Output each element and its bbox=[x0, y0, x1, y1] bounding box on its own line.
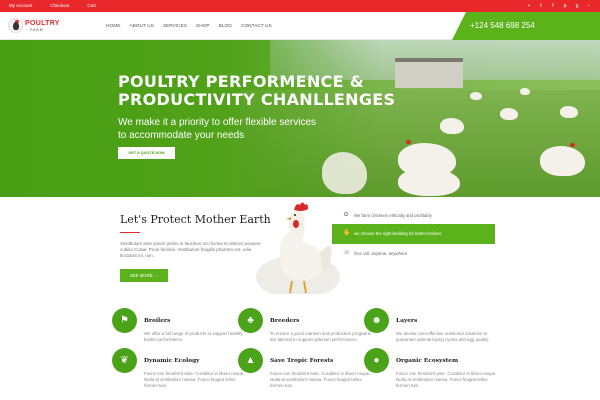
tree-icon: ♣ bbox=[238, 308, 263, 333]
rooster-image bbox=[256, 202, 340, 294]
checkout-link[interactable]: Checkout bbox=[50, 2, 69, 10]
service-text: Fusce non hendrerit ante. Curabitur in l… bbox=[270, 371, 371, 389]
hen-image bbox=[440, 118, 464, 134]
about-text: Vestibulum ante ipsum primis in faucibus… bbox=[120, 241, 261, 259]
hand-icon: ✋ bbox=[343, 230, 351, 236]
nav-blog[interactable]: BLOG bbox=[219, 24, 232, 29]
see-more-button[interactable]: SEE MORE → bbox=[120, 269, 168, 282]
twitter-icon[interactable]: t bbox=[538, 2, 544, 10]
service-text: We offer a full range of products to sup… bbox=[144, 331, 243, 343]
title-underline bbox=[120, 232, 140, 233]
service-title: Save Tropic Forests bbox=[270, 358, 334, 364]
hero-subtitle: We make it a priority to offer flexible … bbox=[118, 117, 317, 141]
top-bar: My Account Checkout Cart ▪ t f p g ▫ bbox=[0, 0, 600, 12]
cart-link[interactable]: Cart bbox=[87, 2, 96, 10]
service-text: Fusce non hendrerit ante. Curabitur in l… bbox=[144, 371, 245, 389]
google-plus-icon[interactable]: g bbox=[574, 2, 580, 10]
feature-item[interactable]: ☏ Our call, anytime, anywhere bbox=[332, 244, 495, 264]
feature-item-active[interactable]: ✋ we choose the right bedding for better… bbox=[332, 224, 495, 244]
service-title: Breeders bbox=[270, 318, 300, 324]
leaf-icon: ✿ bbox=[343, 212, 349, 218]
flag-icon: ⚑ bbox=[112, 308, 137, 333]
drop-icon: ● bbox=[364, 348, 389, 373]
main-menu: HOME ABOUT US SERVICES SHOP BLOG CONTACT… bbox=[106, 24, 272, 29]
feature-label: we choose the right bedding for better b… bbox=[354, 231, 442, 236]
facebook-icon[interactable]: f bbox=[550, 2, 556, 10]
people-icon: ☻ bbox=[364, 308, 389, 333]
plant-icon: ❦ bbox=[112, 348, 137, 373]
hen-image bbox=[470, 92, 482, 100]
hen-image bbox=[560, 106, 578, 118]
services-section: ⚑ Broilers We offer a full range of prod… bbox=[0, 300, 600, 400]
hen-image bbox=[500, 108, 518, 120]
nav-about[interactable]: ABOUT US bbox=[129, 24, 153, 29]
about-title: Let's Protect Mother Earth bbox=[120, 213, 271, 226]
pinterest-icon[interactable]: p bbox=[562, 2, 568, 10]
service-title: Dynamic Ecology bbox=[144, 358, 200, 364]
feature-label: We farm chickens ethically and profitabl… bbox=[354, 213, 432, 218]
logo-sub: FARM bbox=[30, 28, 44, 32]
service-text: Fusce non hendrerit ante. Curabitur in l… bbox=[396, 371, 497, 389]
feature-item[interactable]: ✿ We farm chickens ethically and profita… bbox=[332, 206, 495, 226]
hen-image bbox=[520, 88, 530, 95]
nav-home[interactable]: HOME bbox=[106, 24, 120, 29]
nav-shop[interactable]: SHOP bbox=[196, 24, 210, 29]
hen-image bbox=[540, 143, 585, 176]
account-links: My Account Checkout Cart bbox=[9, 2, 96, 10]
service-text: To ensure a good nutrition and productio… bbox=[270, 331, 371, 343]
rooster-logo-icon bbox=[8, 18, 23, 33]
service-title: Organic Ecosystem bbox=[396, 358, 459, 364]
feature-label: Our call, anytime, anywhere bbox=[354, 251, 408, 256]
my-account-link[interactable]: My Account bbox=[9, 2, 32, 10]
hero-title: POULTRY PERFORMENCE & PRODUCTIVITY CHANL… bbox=[118, 72, 396, 109]
service-title: Layers bbox=[396, 318, 418, 324]
logo[interactable]: POULTRY FARM bbox=[8, 15, 59, 37]
phone-icon: ☏ bbox=[343, 250, 351, 256]
pine-tree-icon: ▲ bbox=[238, 348, 263, 373]
hen-image bbox=[322, 152, 367, 194]
service-text: We devise cost-effective nutritional sol… bbox=[396, 331, 490, 343]
hen-image bbox=[398, 168, 460, 196]
cart-icon[interactable]: ▪ bbox=[526, 2, 532, 10]
phone-banner: +124 548 698 254 bbox=[452, 12, 600, 40]
instagram-icon[interactable]: ▫ bbox=[586, 2, 592, 10]
nav-contact[interactable]: CONTACT US bbox=[241, 24, 272, 29]
logo-name: POULTRY bbox=[25, 20, 60, 27]
service-title: Broilers bbox=[144, 318, 171, 324]
phone-number[interactable]: +124 548 698 254 bbox=[470, 21, 535, 30]
social-links: ▪ t f p g ▫ bbox=[526, 2, 592, 10]
nav-services[interactable]: SERVICES bbox=[163, 24, 187, 29]
get-quote-button[interactable]: GET A QUOTE NOW bbox=[118, 147, 175, 159]
